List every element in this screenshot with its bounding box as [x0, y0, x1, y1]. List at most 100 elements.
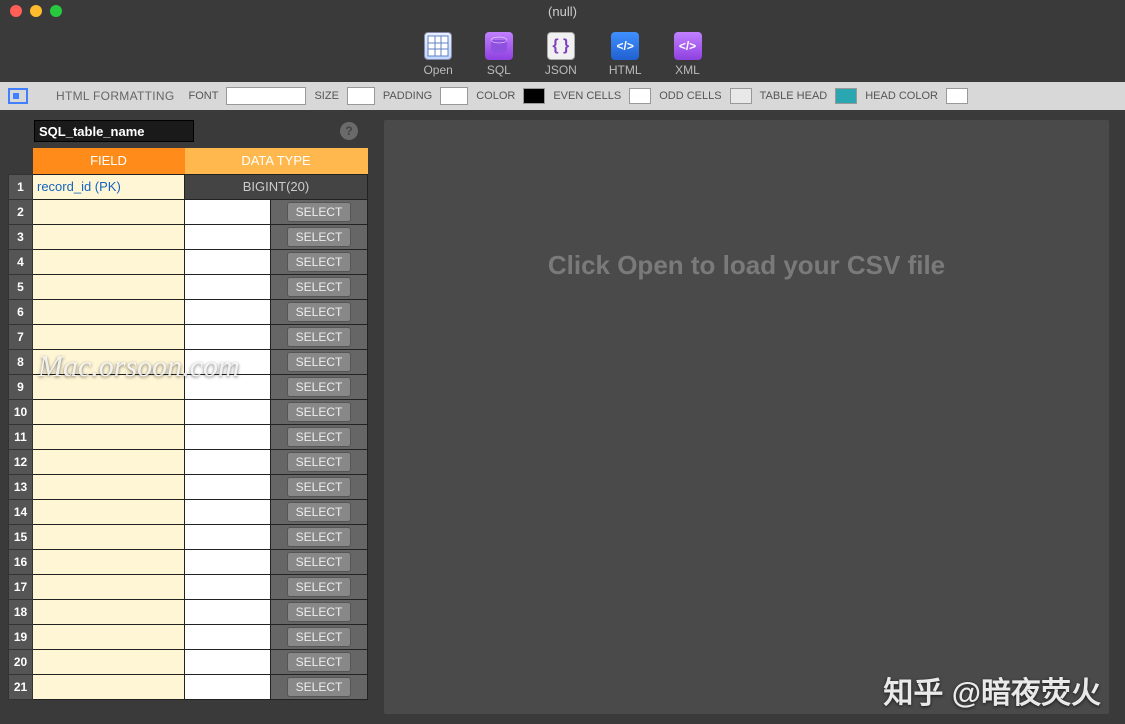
- row-number: 14: [9, 499, 33, 524]
- select-datatype-button[interactable]: SELECT: [287, 627, 351, 647]
- datatype-value-cell[interactable]: [185, 599, 271, 624]
- table-head-swatch[interactable]: [835, 88, 857, 104]
- font-input[interactable]: [226, 87, 306, 105]
- select-datatype-button[interactable]: SELECT: [287, 527, 351, 547]
- row-number: 1: [9, 174, 33, 199]
- datatype-value-cell[interactable]: [185, 249, 271, 274]
- datatype-value-cell[interactable]: [185, 274, 271, 299]
- help-icon[interactable]: ?: [340, 122, 358, 140]
- select-datatype-button[interactable]: SELECT: [287, 327, 351, 347]
- select-datatype-button[interactable]: SELECT: [287, 577, 351, 597]
- color-swatch[interactable]: [523, 88, 545, 104]
- select-datatype-button[interactable]: SELECT: [287, 377, 351, 397]
- datatype-value-cell[interactable]: [185, 299, 271, 324]
- datatype-select-cell: SELECT: [271, 399, 368, 424]
- field-cell[interactable]: [33, 574, 185, 599]
- field-cell[interactable]: [33, 199, 185, 224]
- color-label: COLOR: [476, 90, 515, 102]
- code-icon: </>: [611, 32, 639, 60]
- datatype-header: DATA TYPE: [185, 148, 368, 174]
- field-cell[interactable]: record_id (PK): [33, 174, 185, 199]
- field-cell[interactable]: [33, 274, 185, 299]
- datatype-value-cell[interactable]: [185, 674, 271, 699]
- open-button[interactable]: Open: [423, 32, 452, 77]
- select-datatype-button[interactable]: SELECT: [287, 302, 351, 322]
- row-number: 3: [9, 224, 33, 249]
- select-datatype-button[interactable]: SELECT: [287, 552, 351, 572]
- field-cell[interactable]: [33, 374, 185, 399]
- field-cell[interactable]: [33, 624, 185, 649]
- select-datatype-button[interactable]: SELECT: [287, 477, 351, 497]
- table-row: 21SELECT: [9, 674, 368, 699]
- field-cell[interactable]: [33, 299, 185, 324]
- select-datatype-button[interactable]: SELECT: [287, 652, 351, 672]
- datatype-value-cell[interactable]: [185, 424, 271, 449]
- json-button[interactable]: { } JSON: [545, 32, 577, 77]
- select-datatype-button[interactable]: SELECT: [287, 277, 351, 297]
- datatype-value-cell[interactable]: [185, 324, 271, 349]
- head-color-swatch[interactable]: [946, 88, 968, 104]
- xml-button[interactable]: </> XML: [674, 32, 702, 77]
- maximize-window-icon[interactable]: [50, 5, 62, 17]
- datatype-value-cell[interactable]: [185, 374, 271, 399]
- select-datatype-button[interactable]: SELECT: [287, 202, 351, 222]
- select-datatype-button[interactable]: SELECT: [287, 677, 351, 697]
- size-input[interactable]: [347, 87, 375, 105]
- datatype-value-cell[interactable]: [185, 474, 271, 499]
- odd-cells-swatch[interactable]: [730, 88, 752, 104]
- select-datatype-button[interactable]: SELECT: [287, 227, 351, 247]
- database-icon: [485, 32, 513, 60]
- field-cell[interactable]: [33, 399, 185, 424]
- field-cell[interactable]: [33, 449, 185, 474]
- select-datatype-button[interactable]: SELECT: [287, 252, 351, 272]
- table-row: 9SELECT: [9, 374, 368, 399]
- datatype-value-cell[interactable]: [185, 649, 271, 674]
- select-datatype-button[interactable]: SELECT: [287, 602, 351, 622]
- field-cell[interactable]: [33, 424, 185, 449]
- close-window-icon[interactable]: [10, 5, 22, 17]
- select-datatype-button[interactable]: SELECT: [287, 502, 351, 522]
- field-cell[interactable]: [33, 549, 185, 574]
- html-button[interactable]: </> HTML: [609, 32, 642, 77]
- minimize-window-icon[interactable]: [30, 5, 42, 17]
- datatype-value-cell[interactable]: [185, 524, 271, 549]
- datatype-value-cell[interactable]: [185, 574, 271, 599]
- json-label: JSON: [545, 63, 577, 77]
- field-cell[interactable]: [33, 474, 185, 499]
- table-row: 11SELECT: [9, 424, 368, 449]
- select-datatype-button[interactable]: SELECT: [287, 427, 351, 447]
- field-cell[interactable]: [33, 599, 185, 624]
- select-datatype-button[interactable]: SELECT: [287, 352, 351, 372]
- table-name-input[interactable]: [34, 120, 194, 142]
- row-number: 17: [9, 574, 33, 599]
- select-datatype-button[interactable]: SELECT: [287, 452, 351, 472]
- format-bar: HTML FORMATTING FONT SIZE PADDING COLOR …: [0, 82, 1125, 110]
- size-label: SIZE: [314, 90, 338, 102]
- field-cell[interactable]: [33, 324, 185, 349]
- row-number: 4: [9, 249, 33, 274]
- padding-input[interactable]: [440, 87, 468, 105]
- field-cell[interactable]: [33, 524, 185, 549]
- field-cell[interactable]: [33, 499, 185, 524]
- field-cell[interactable]: [33, 249, 185, 274]
- field-cell[interactable]: [33, 349, 185, 374]
- datatype-value-cell[interactable]: [185, 224, 271, 249]
- datatype-select-cell: SELECT: [271, 599, 368, 624]
- table-row: 7SELECT: [9, 324, 368, 349]
- datatype-cell[interactable]: BIGINT(20): [185, 174, 368, 199]
- select-datatype-button[interactable]: SELECT: [287, 402, 351, 422]
- field-cell[interactable]: [33, 674, 185, 699]
- sql-button[interactable]: SQL: [485, 32, 513, 77]
- datatype-value-cell[interactable]: [185, 449, 271, 474]
- datatype-value-cell[interactable]: [185, 499, 271, 524]
- field-cell[interactable]: [33, 224, 185, 249]
- datatype-value-cell[interactable]: [185, 199, 271, 224]
- datatype-value-cell[interactable]: [185, 624, 271, 649]
- datatype-select-cell: SELECT: [271, 199, 368, 224]
- field-cell[interactable]: [33, 649, 185, 674]
- even-cells-swatch[interactable]: [629, 88, 651, 104]
- table-row: 4 SELECT: [9, 249, 368, 274]
- datatype-value-cell[interactable]: [185, 549, 271, 574]
- datatype-value-cell[interactable]: [185, 349, 271, 374]
- datatype-value-cell[interactable]: [185, 399, 271, 424]
